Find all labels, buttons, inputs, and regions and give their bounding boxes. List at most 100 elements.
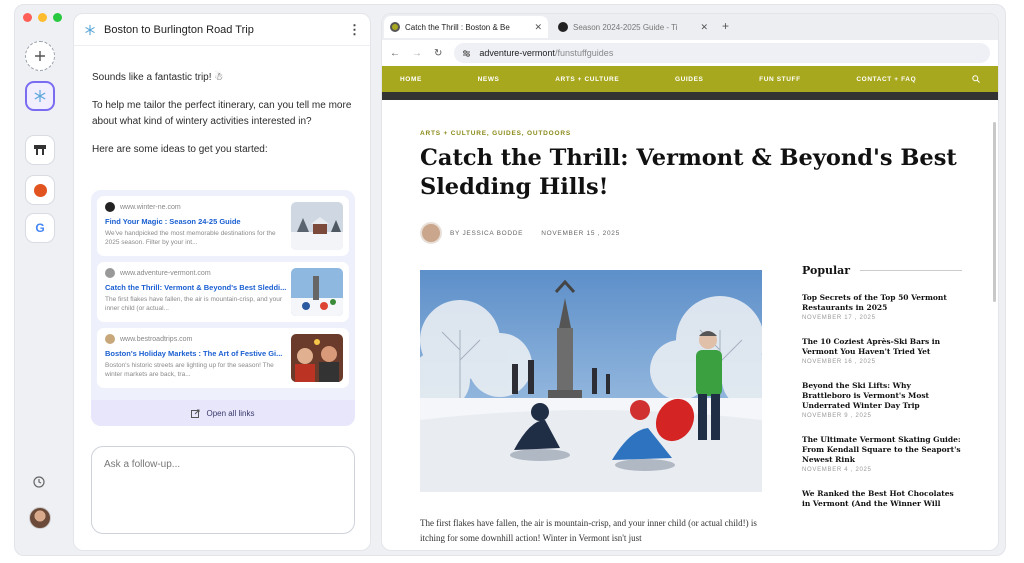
snowflake-icon [34, 90, 46, 102]
close-tab-icon[interactable]: ✕ [700, 22, 708, 33]
result-card[interactable]: www.adventure-vermont.com Catch the Thri… [97, 262, 349, 322]
avatar[interactable] [29, 507, 51, 529]
popular-item[interactable]: We Ranked the Best Hot Chocolates in Ver… [802, 489, 962, 509]
nav-divider [382, 92, 998, 100]
tab-active[interactable]: Catch the Thrill : Boston & Be ✕ [384, 16, 548, 38]
chat-message: Sounds like a fantastic trip! ☃ [92, 72, 224, 83]
tab-inactive[interactable]: Season 2024-2025 Guide - Ti ✕ [552, 16, 714, 38]
popular-item-date: NOVEMBER 9 , 2025 [802, 413, 872, 419]
result-site: www.bestroadtrips.com [120, 335, 193, 343]
result-card[interactable]: www.winter-ne.com Find Your Magic : Seas… [97, 196, 349, 256]
favicon-icon [105, 334, 115, 344]
open-all-links-button[interactable]: Open all links [91, 400, 355, 426]
popular-item-title[interactable]: We Ranked the Best Hot Chocolates in Ver… [802, 489, 962, 509]
new-chat-button[interactable] [25, 41, 55, 71]
window-controls [23, 13, 62, 22]
orange-app-button[interactable] [25, 175, 55, 205]
byline-author[interactable]: BY JESSICA BODDE [450, 230, 523, 237]
popular-heading: Popular [802, 264, 962, 277]
hero-image [420, 270, 762, 492]
orange-circle-icon [33, 183, 47, 197]
external-link-icon [191, 409, 200, 418]
reload-icon[interactable]: ↻ [434, 48, 442, 59]
article-content: ARTS + CULTURE, GUIDES, OUTDOORS Catch t… [382, 108, 990, 550]
result-thumbnail [291, 202, 343, 250]
search-icon[interactable] [972, 75, 980, 83]
search-results: www.winter-ne.com Find Your Magic : Seas… [91, 190, 355, 426]
url-field[interactable]: adventure-vermont/funstuffguides [454, 43, 990, 63]
popular-item[interactable]: The 10 Coziest Après-Ski Bars in Vermont… [802, 337, 962, 365]
store-app-button[interactable] [25, 135, 55, 165]
result-site: www.adventure-vermont.com [120, 269, 211, 277]
popular-item[interactable]: Beyond the Ski Lifts: Why Brattleboro is… [802, 381, 962, 419]
tab-bar: Catch the Thrill : Boston & Be ✕ Season … [382, 14, 998, 40]
popular-item-title[interactable]: Beyond the Ski Lifts: Why Brattleboro is… [802, 381, 962, 411]
result-title[interactable]: Find Your Magic : Season 24-25 Guide [105, 217, 290, 226]
chat-message: To help me tailor the perfect itinerary,… [92, 100, 352, 127]
popular-item[interactable]: The Ultimate Vermont Skating Guide: From… [802, 435, 962, 473]
author-avatar [420, 222, 442, 244]
back-icon[interactable]: ← [390, 48, 400, 59]
article-headline: Catch the Thrill: Vermont & Beyond's Bes… [420, 145, 957, 200]
nav-home[interactable]: HOME [400, 76, 422, 83]
popular-sidebar: Popular Top Secrets of the Top 50 Vermon… [802, 264, 962, 509]
chat-message: Here are some ideas to get you started: [92, 144, 268, 155]
result-site: www.winter-ne.com [120, 203, 181, 211]
new-tab-button[interactable]: + [722, 19, 729, 33]
chat-header: Boston to Burlington Road Trip ⋮ [74, 14, 370, 46]
popular-item-title[interactable]: Top Secrets of the Top 50 Vermont Restau… [802, 293, 962, 313]
result-card[interactable]: www.bestroadtrips.com Boston's Holiday M… [97, 328, 349, 388]
close-window-button[interactable] [23, 13, 32, 22]
app-window: G Boston to Burlington Road Trip ⋮ Sound… [14, 4, 1006, 556]
result-thumbnail [291, 268, 343, 316]
browser-panel: Catch the Thrill : Boston & Be ✕ Season … [381, 13, 999, 551]
result-desc: The first flakes have fallen, the air is… [105, 296, 283, 312]
nav-news[interactable]: NEWS [478, 76, 500, 83]
article-body: The first flakes have fallen, the air is… [420, 518, 757, 543]
popular-item-date: NOVEMBER 16 , 2025 [802, 359, 876, 365]
close-tab-icon[interactable]: ✕ [534, 22, 542, 33]
popular-item-title[interactable]: The Ultimate Vermont Skating Guide: From… [802, 435, 962, 465]
chat-panel: Boston to Burlington Road Trip ⋮ Sounds … [73, 13, 371, 551]
follow-up-input[interactable]: Ask a follow-up... [91, 446, 355, 534]
site-settings-icon [463, 49, 471, 57]
page-scrollbar[interactable] [993, 122, 996, 302]
history-icon[interactable] [32, 475, 46, 494]
follow-up-placeholder: Ask a follow-up... [104, 459, 181, 470]
article-categories[interactable]: ARTS + CULTURE, GUIDES, OUTDOORS [420, 130, 571, 137]
url-path: /funstuffguides [554, 48, 614, 58]
nav-contact-faq[interactable]: CONTACT + FAQ [856, 76, 916, 83]
google-app-button[interactable]: G [25, 213, 55, 243]
byline-date: NOVEMBER 15 , 2025 [541, 229, 620, 237]
result-desc: We've handpicked the most memorable dest… [105, 230, 276, 246]
chat-title: Boston to Burlington Road Trip [104, 23, 254, 36]
result-desc: Boston's historic streets are lighting u… [105, 362, 274, 378]
result-title[interactable]: Boston's Holiday Markets : The Art of Fe… [105, 349, 290, 358]
site-nav: HOME NEWS ARTS + CULTURE GUIDES FUN STUF… [382, 66, 998, 92]
tab-label: Catch the Thrill : Boston & Be [405, 22, 510, 32]
nav-arts-culture[interactable]: ARTS + CULTURE [555, 76, 619, 83]
site-favicon-icon [390, 22, 400, 32]
snowflake-app-button[interactable] [25, 81, 55, 111]
nav-guides[interactable]: GUIDES [675, 76, 704, 83]
forward-icon[interactable]: → [412, 48, 422, 59]
favicon-icon [105, 202, 115, 212]
kebab-icon[interactable]: ⋮ [348, 22, 361, 38]
zoom-window-button[interactable] [53, 13, 62, 22]
result-thumbnail [291, 334, 343, 382]
storefront-icon [34, 145, 46, 155]
open-all-links-label: Open all links [206, 408, 255, 418]
popular-item-title[interactable]: The 10 Coziest Après-Ski Bars in Vermont… [802, 337, 962, 357]
result-title[interactable]: Catch the Thrill: Vermont & Beyond's Bes… [105, 283, 290, 292]
favicon-icon [105, 268, 115, 278]
popular-item-date: NOVEMBER 4 , 2025 [802, 467, 872, 473]
url-domain: adventure-vermont [479, 48, 555, 58]
google-icon: G [35, 221, 45, 235]
tab-label: Season 2024-2025 Guide - Ti [573, 22, 678, 32]
popular-item[interactable]: Top Secrets of the Top 50 Vermont Restau… [802, 293, 962, 321]
address-bar-row: ← → ↻ adventure-vermont/funstuffguides [382, 40, 998, 66]
left-rail: G [15, 27, 65, 555]
popular-item-date: NOVEMBER 17 , 2025 [802, 315, 876, 321]
minimize-window-button[interactable] [38, 13, 47, 22]
nav-fun-stuff[interactable]: FUN STUFF [759, 76, 801, 83]
